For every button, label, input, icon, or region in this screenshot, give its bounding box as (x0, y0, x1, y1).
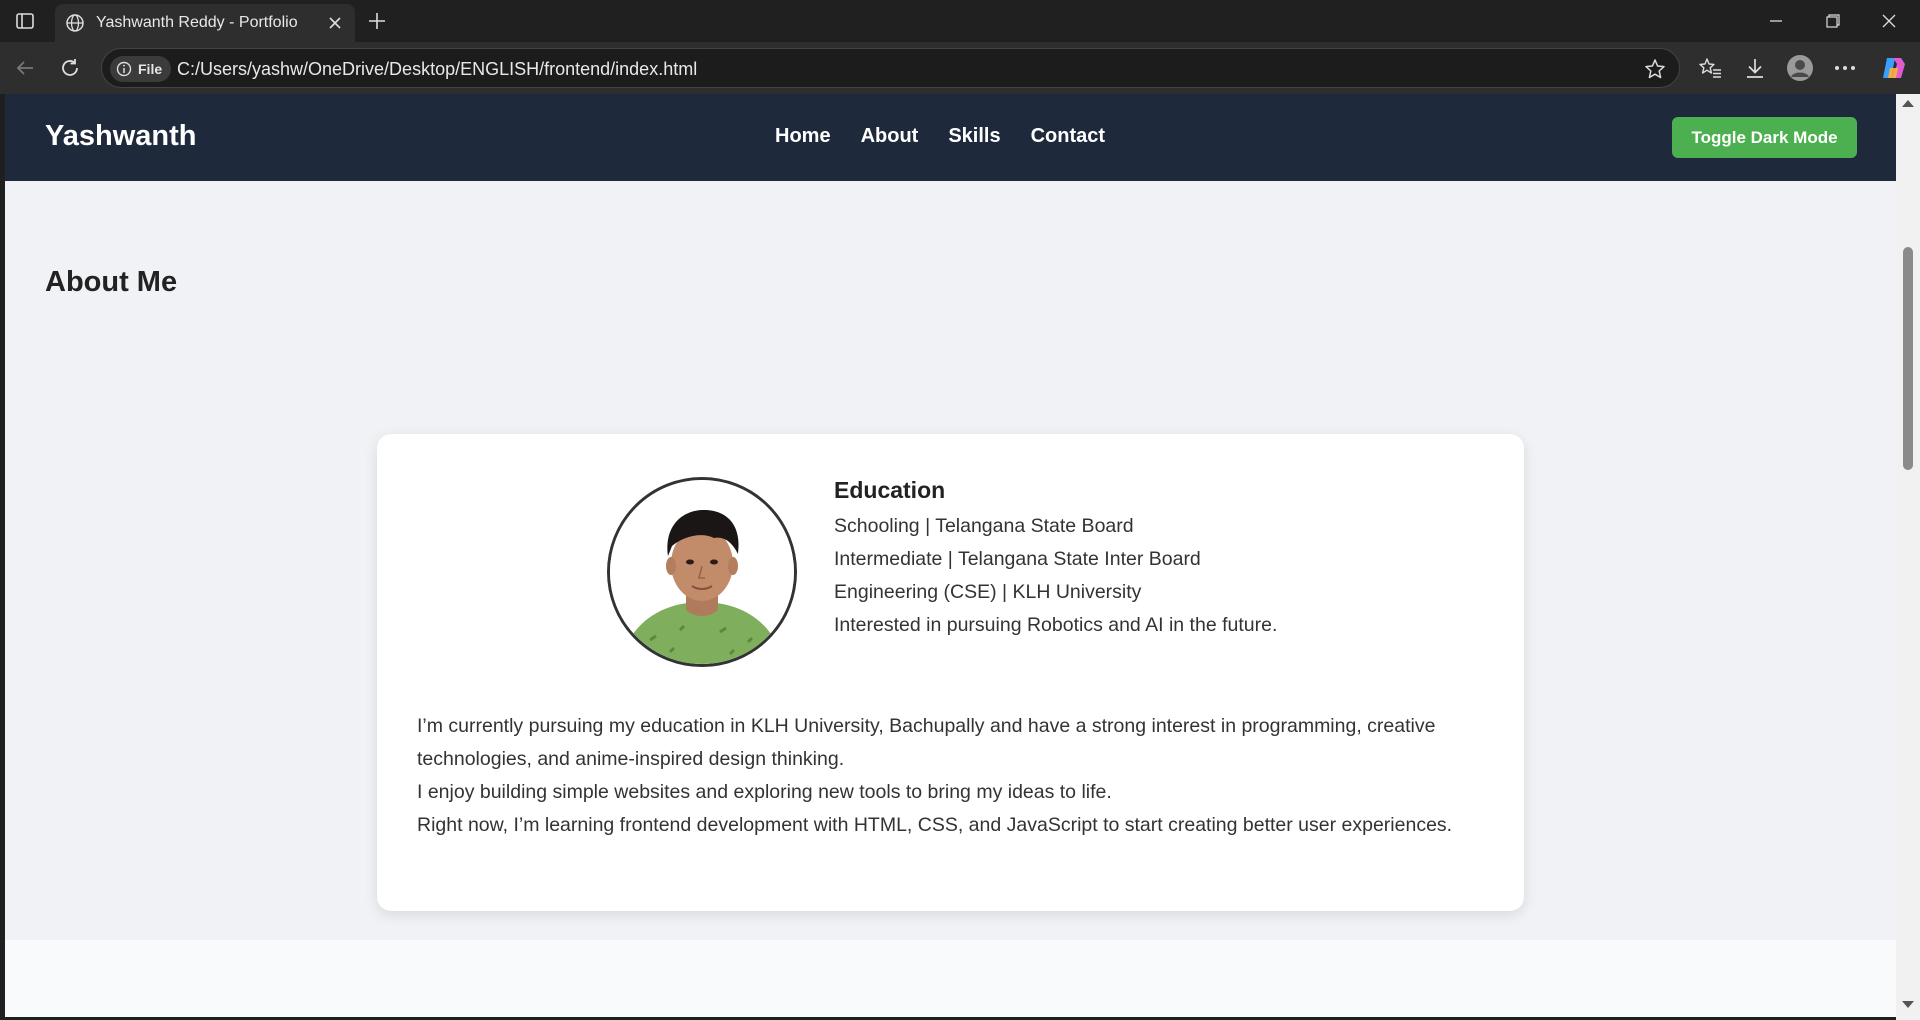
education-block: Education Schooling | Telangana State Bo… (834, 477, 1277, 642)
download-icon[interactable] (1741, 54, 1769, 82)
minimize-icon[interactable] (1761, 8, 1791, 34)
tab-title: Yashwanth Reddy - Portfolio (96, 14, 298, 31)
education-line-interests: Interested in pursuing Robotics and AI i… (834, 614, 1278, 636)
toggle-dark-mode-button[interactable]: Toggle Dark Mode (1672, 117, 1857, 158)
page-scrollbar[interactable] (1896, 94, 1920, 1020)
nav-link-home[interactable]: Home (775, 125, 831, 148)
nav-link-contact[interactable]: Contact (1031, 125, 1105, 148)
site-info-button[interactable]: File (110, 56, 172, 82)
section-title: About Me (45, 266, 178, 298)
refresh-icon[interactable] (56, 54, 84, 82)
more-options-icon[interactable] (1831, 54, 1859, 82)
globe-icon (65, 13, 85, 33)
about-paragraph-3: Right now, I’m learning frontend develop… (417, 814, 1453, 836)
favorites-icon[interactable] (1696, 54, 1724, 82)
about-section: About Me Education Schooling | Telangana… (5, 181, 1896, 940)
scroll-up-arrow-icon[interactable] (1902, 100, 1914, 107)
nav-link-skills[interactable]: Skills (948, 125, 1000, 148)
browser-toolbar: File C:/Users/yashw/OneDrive/Desktop/ENG… (0, 42, 1920, 94)
site-brand[interactable]: Yashwanth (45, 120, 197, 153)
about-paragraph-2: I enjoy building simple websites and exp… (417, 781, 1112, 803)
profile-photo (607, 477, 797, 667)
browser-tab-bar: Yashwanth Reddy - Portfolio (0, 0, 1920, 42)
education-line-engineering: Engineering (CSE) | KLH University (834, 581, 1142, 603)
about-paragraph-1: I’m currently pursuing my education in K… (417, 715, 1436, 770)
education-heading: Education (834, 477, 946, 503)
nav-links: Home About Skills Contact (775, 125, 1105, 148)
favorite-star-icon[interactable] (1643, 57, 1667, 81)
tab-actions-icon[interactable] (12, 10, 38, 32)
about-card: Education Schooling | Telangana State Bo… (377, 434, 1524, 911)
close-tab-icon[interactable] (325, 13, 345, 33)
close-window-icon[interactable] (1874, 8, 1904, 34)
nav-link-about[interactable]: About (861, 125, 919, 148)
back-icon[interactable] (11, 54, 39, 82)
browser-tab[interactable]: Yashwanth Reddy - Portfolio (55, 4, 355, 42)
education-line-intermediate: Intermediate | Telangana State Inter Boa… (834, 548, 1201, 570)
scroll-down-arrow-icon[interactable] (1902, 1001, 1914, 1008)
copilot-icon[interactable] (1879, 54, 1907, 82)
url-text[interactable]: C:/Users/yashw/OneDrive/Desktop/ENGLISH/… (177, 59, 697, 80)
restore-icon[interactable] (1818, 8, 1848, 34)
file-label: File (138, 61, 163, 77)
address-bar[interactable]: File C:/Users/yashw/OneDrive/Desktop/ENG… (101, 48, 1680, 88)
site-navbar: Yashwanth Home About Skills Contact Togg… (5, 94, 1896, 181)
about-text: I’m currently pursuing my education in K… (417, 710, 1492, 842)
scrollbar-thumb[interactable] (1903, 247, 1913, 470)
new-tab-icon[interactable] (364, 8, 390, 34)
page-viewport: Yashwanth Home About Skills Contact Togg… (5, 94, 1896, 1017)
info-icon (116, 61, 132, 77)
profile-avatar-icon[interactable] (1786, 54, 1814, 82)
education-line-schooling: Schooling | Telangana State Board (834, 515, 1134, 537)
